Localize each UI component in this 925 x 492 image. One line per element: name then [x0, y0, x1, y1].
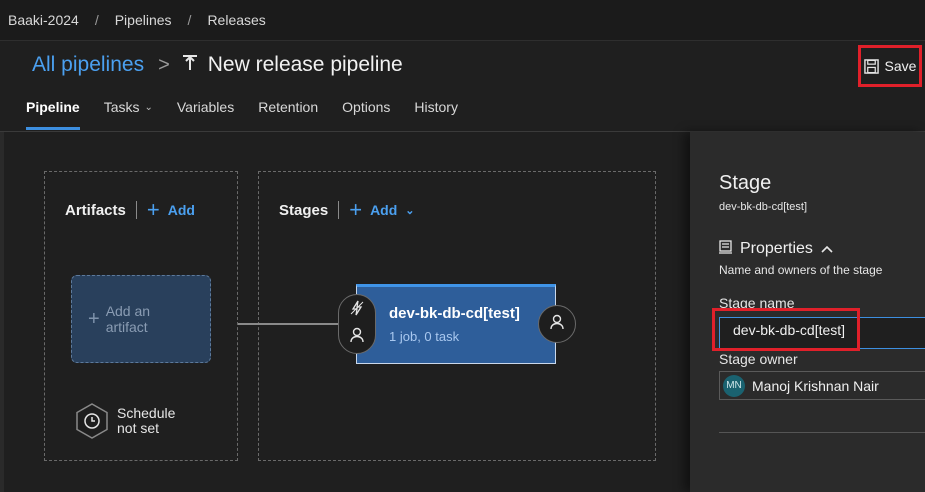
schedule-line: not set — [117, 420, 160, 436]
panel-subtitle: dev-bk-db-cd[test] — [719, 201, 808, 213]
avatar: MN — [723, 374, 745, 397]
add-artifact-button[interactable]: + Add — [146, 197, 195, 222]
add-label: Add — [370, 202, 398, 218]
owner-name: Manoj Krishnan Nair — [752, 377, 879, 394]
artifacts-box: Artifacts + Add + Add an artifact Schedu… — [44, 171, 238, 461]
breadcrumb: Baaki-2024 / Pipelines / Releases — [0, 0, 925, 41]
add-label: Add — [167, 202, 195, 218]
clock-icon — [75, 402, 109, 440]
tab-label: Pipeline — [26, 99, 80, 115]
artifacts-header: Artifacts + Add — [65, 197, 195, 222]
pipeline-title[interactable]: New release pipeline — [208, 53, 403, 77]
artifact-placeholder-text: Add an artifact — [106, 303, 150, 335]
chevron-up-icon — [821, 242, 833, 256]
divider — [719, 432, 925, 433]
tab-label: Variables — [176, 99, 235, 115]
stage-card[interactable]: dev-bk-db-cd[test] 1 job, 0 task — [356, 284, 556, 364]
stage-name-value[interactable]: dev-bk-db-cd[test] — [712, 308, 860, 351]
plus-icon: + — [146, 197, 160, 222]
stage-job-summary[interactable]: 1 job, 0 task — [389, 329, 459, 344]
stage-owner-label: Stage owner — [719, 351, 798, 367]
save-label: Save — [884, 58, 917, 74]
person-icon — [350, 327, 364, 348]
properties-description: Name and owners of the stage — [719, 263, 883, 277]
chevron-down-icon: ⌄ — [144, 102, 153, 113]
add-stage-button[interactable]: + Add ⌄ — [349, 197, 415, 222]
placeholder-line: Add an — [105, 303, 151, 319]
stages-header: Stages + Add ⌄ — [279, 197, 415, 222]
tab-label: Tasks — [103, 99, 140, 115]
tab-bar: Pipeline Tasks ⌄ Variables Retention Opti… — [26, 99, 482, 131]
properties-toggle[interactable]: Properties — [719, 240, 833, 258]
tab-tasks[interactable]: Tasks ⌄ — [104, 99, 153, 131]
all-pipelines-link[interactable]: All pipelines — [32, 53, 144, 77]
panel-title: Stage — [719, 172, 772, 194]
artifacts-heading: Artifacts — [65, 201, 126, 219]
divider — [338, 201, 340, 219]
breadcrumb-project[interactable]: Baaki-2024 — [8, 12, 79, 28]
save-button[interactable]: Save — [858, 45, 922, 87]
title-row: All pipelines > New release pipeline — [32, 53, 403, 77]
release-pipeline-icon — [182, 54, 198, 77]
tab-history[interactable]: History — [414, 99, 458, 131]
tab-label: Retention — [258, 99, 319, 115]
plus-icon: + — [349, 197, 363, 222]
stage-owner-field[interactable]: MN Manoj Krishnan Nair — [719, 371, 925, 400]
stage-connector — [238, 323, 342, 325]
properties-heading: Properties — [740, 240, 813, 257]
divider — [135, 201, 137, 219]
tab-options[interactable]: Options — [342, 99, 390, 131]
pre-deployment-conditions[interactable] — [338, 294, 376, 354]
breadcrumb-pipelines[interactable]: Pipelines — [115, 12, 172, 28]
save-icon — [863, 58, 879, 74]
stages-heading: Stages — [279, 201, 329, 219]
post-deployment-conditions[interactable] — [538, 305, 576, 343]
chevron-right-icon: > — [158, 53, 170, 76]
breadcrumb-separator: / — [94, 12, 99, 28]
person-icon — [550, 314, 564, 335]
properties-icon — [719, 240, 732, 258]
lightning-icon — [349, 300, 365, 321]
schedule-text: Schedule not set — [117, 406, 175, 436]
tab-pipeline[interactable]: Pipeline — [26, 99, 80, 131]
tab-label: Options — [342, 99, 391, 115]
placeholder-line: artifact — [105, 319, 148, 335]
breadcrumb-separator: / — [187, 12, 192, 28]
schedule-line: Schedule — [117, 405, 176, 421]
stage-name[interactable]: dev-bk-db-cd[test] — [389, 305, 520, 322]
tab-variables[interactable]: Variables — [177, 99, 234, 131]
add-artifact-placeholder[interactable]: + Add an artifact — [71, 275, 211, 363]
plus-icon: + — [88, 307, 100, 330]
pipeline-header: All pipelines > New release pipeline Sav… — [0, 41, 925, 132]
canvas-edge — [0, 132, 4, 492]
schedule-trigger[interactable]: Schedule not set — [75, 402, 175, 440]
tab-label: History — [414, 99, 458, 115]
tab-retention[interactable]: Retention — [258, 99, 318, 131]
breadcrumb-releases[interactable]: Releases — [207, 12, 265, 28]
chevron-down-icon: ⌄ — [405, 204, 415, 217]
